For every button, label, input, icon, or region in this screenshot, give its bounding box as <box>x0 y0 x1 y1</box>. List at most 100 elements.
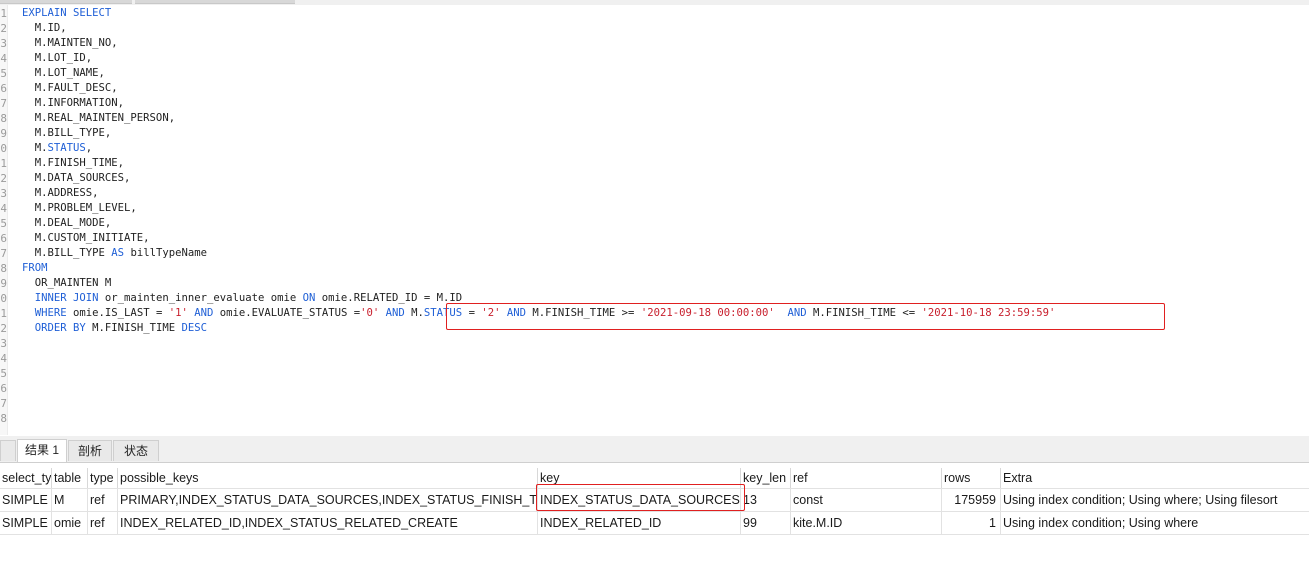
code-token: M.BILL_TYPE, <box>22 127 112 139</box>
code-token: AND <box>506 307 526 319</box>
line-number: 6 <box>0 382 7 395</box>
code-line[interactable]: M.ADDRESS, <box>22 186 99 201</box>
line-number: 8 <box>0 112 7 125</box>
code-line[interactable]: M.INFORMATION, <box>22 96 124 111</box>
code-token: '1' <box>168 307 188 319</box>
code-token: omie.IS_LAST = <box>66 307 169 319</box>
code-line[interactable]: M.REAL_MAINTEN_PERSON, <box>22 111 175 126</box>
code-token: '2021-10-18 23:59:59' <box>921 307 1056 319</box>
code-line[interactable]: M.BILL_TYPE AS billTypeName <box>22 246 207 261</box>
line-number: 3 <box>0 187 7 200</box>
tab-status[interactable]: 状态 <box>113 440 159 461</box>
code-token: ORDER BY <box>34 322 86 334</box>
code-line[interactable]: M.STATUS, <box>22 141 92 156</box>
code-line[interactable]: M.DEAL_MODE, <box>22 216 112 231</box>
code-token: omie.EVALUATE_STATUS = <box>213 307 361 319</box>
cell-select-type[interactable]: SIMPLE <box>0 512 52 534</box>
code-line[interactable]: FROM <box>22 261 48 276</box>
grid-divider <box>0 534 1309 535</box>
cell-rows[interactable]: 1 <box>942 512 1001 534</box>
code-token: M. <box>22 142 48 154</box>
cell-ref[interactable]: const <box>791 489 942 511</box>
code-line[interactable]: M.BILL_TYPE, <box>22 126 112 141</box>
column-header-type[interactable]: type <box>88 468 118 488</box>
code-token: M.FINISH_TIME <box>85 322 182 334</box>
line-number: 7 <box>0 397 7 410</box>
code-line[interactable]: M.CUSTOM_INITIATE, <box>22 231 150 246</box>
column-header-key[interactable]: key <box>538 468 741 488</box>
code-token: '2021-09-18 00:00:00' <box>640 307 775 319</box>
code-line[interactable]: M.MAINTEN_NO, <box>22 36 118 51</box>
sql-editor[interactable]: 1 2 3 4 5 6 7 8 9 0 1 2 3 4 5 6 7 8 9 0 1 2 3 4 5 6 7 8 EXPLAIN SEL… <box>0 5 1309 435</box>
code-line[interactable]: M.DATA_SOURCES, <box>22 171 131 186</box>
code-token: M.LOT_ID, <box>22 52 93 64</box>
code-token: STATUS <box>47 142 86 154</box>
cell-select-type[interactable]: SIMPLE <box>0 489 52 511</box>
code-token: M.PROBLEM_LEVEL, <box>22 202 137 214</box>
cell-type[interactable]: ref <box>88 512 118 534</box>
code-line[interactable]: WHERE omie.IS_LAST = '1' AND omie.EVALUA… <box>22 306 1056 321</box>
column-header-possible-keys[interactable]: possible_keys <box>118 468 538 488</box>
cell-key[interactable]: INDEX_STATUS_DATA_SOURCES <box>538 489 741 511</box>
line-number: 1 <box>0 157 7 170</box>
code-token: AND <box>787 307 807 319</box>
code-line[interactable]: INNER JOIN or_mainten_inner_evaluate omi… <box>22 291 462 306</box>
cell-extra[interactable]: Using index condition; Using where <box>1001 512 1309 534</box>
line-number: 0 <box>0 142 7 155</box>
tab-result-1[interactable]: 结果 1 <box>17 439 67 462</box>
code-line[interactable]: M.LOT_ID, <box>22 51 92 66</box>
line-number: 2 <box>0 22 7 35</box>
cell-table[interactable]: M <box>52 489 88 511</box>
tab-profile[interactable]: 剖析 <box>68 440 112 461</box>
line-number: 7 <box>0 247 7 260</box>
code-line[interactable]: M.ID, <box>22 21 67 36</box>
line-number: 6 <box>0 82 7 95</box>
line-number: 5 <box>0 367 7 380</box>
line-number: 4 <box>0 352 7 365</box>
code-token: billTypeName <box>124 247 207 259</box>
line-number: 8 <box>0 262 7 275</box>
column-header-extra[interactable]: Extra <box>1001 468 1309 488</box>
code-line[interactable]: M.FINISH_TIME, <box>22 156 124 171</box>
cell-possible-keys[interactable]: PRIMARY,INDEX_STATUS_DATA_SOURCES,INDEX_… <box>118 489 538 511</box>
column-header-rows[interactable]: rows <box>942 468 1001 488</box>
column-header-select-type[interactable]: select_ty <box>0 468 52 488</box>
cell-type[interactable]: ref <box>88 489 118 511</box>
editor-tab[interactable] <box>135 0 295 4</box>
column-header-key-len[interactable]: key_len <box>741 468 791 488</box>
cell-extra[interactable]: Using index condition; Using where; Usin… <box>1001 489 1309 511</box>
code-line[interactable]: M.LOT_NAME, <box>22 66 105 81</box>
cell-rows[interactable]: 175959 <box>942 489 1001 511</box>
code-token: AND <box>194 307 214 319</box>
cell-key-len[interactable]: 13 <box>741 489 791 511</box>
tab-previous[interactable] <box>0 440 16 461</box>
code-line[interactable]: EXPLAIN SELECT <box>22 6 111 21</box>
code-token: ON <box>302 292 316 304</box>
line-number: 5 <box>0 217 7 230</box>
line-number: 8 <box>0 412 7 425</box>
editor-tab[interactable] <box>0 0 132 4</box>
code-token: M.FINISH_TIME, <box>22 157 125 169</box>
code-token: FROM <box>22 262 48 274</box>
column-header-table[interactable]: table <box>52 468 88 488</box>
cell-ref[interactable]: kite.M.ID <box>791 512 942 534</box>
code-token: omie.RELATED_ID = M.ID <box>315 292 463 304</box>
cell-table[interactable]: omie <box>52 512 88 534</box>
cell-possible-keys[interactable]: INDEX_RELATED_ID,INDEX_STATUS_RELATED_CR… <box>118 512 538 534</box>
line-number: 6 <box>0 232 7 245</box>
code-token: M.INFORMATION, <box>22 97 125 109</box>
code-line[interactable]: ORDER BY M.FINISH_TIME DESC <box>22 321 207 336</box>
cell-key[interactable]: INDEX_RELATED_ID <box>538 512 741 534</box>
result-tabs-bar: 结果 1 剖析 状态 <box>0 436 1309 463</box>
code-line[interactable]: M.PROBLEM_LEVEL, <box>22 201 137 216</box>
code-token: AND <box>385 307 405 319</box>
code-line[interactable]: OR_MAINTEN M <box>22 276 112 291</box>
cell-key-len[interactable]: 99 <box>741 512 791 534</box>
code-token: AS <box>111 247 125 259</box>
code-token: STATUS <box>423 307 463 319</box>
code-line[interactable]: M.FAULT_DESC, <box>22 81 118 96</box>
column-header-ref[interactable]: ref <box>791 468 942 488</box>
